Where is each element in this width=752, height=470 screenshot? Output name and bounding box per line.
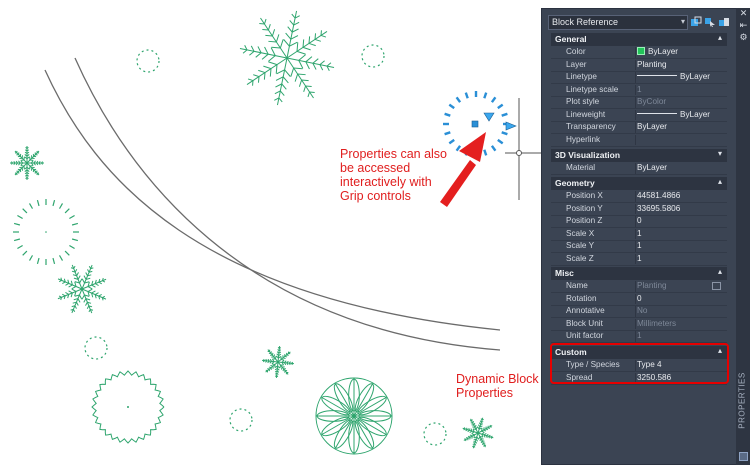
collapse-icon[interactable]: ▴ [718, 267, 722, 276]
collapse-icon[interactable]: ▴ [718, 177, 722, 186]
plant-circle-small-top[interactable] [136, 49, 160, 73]
plant-fern-bottom-right[interactable] [462, 417, 494, 449]
grip-annotation: Properties can also be accessed interact… [340, 147, 448, 203]
plant-tree-round[interactable] [315, 377, 393, 455]
property-row-scale-z[interactable]: Scale Z1 [551, 253, 727, 266]
property-row-scale-y[interactable]: Scale Y1 [551, 240, 727, 253]
property-row-annotative[interactable]: Annotative No [551, 305, 727, 318]
property-row-scale-x[interactable]: Scale X1 [551, 228, 727, 241]
property-row-layer[interactable]: Layer Planting [551, 59, 727, 72]
select-objects-icon[interactable] [704, 16, 716, 28]
stretch-grip[interactable] [505, 121, 517, 131]
property-row-position-x[interactable]: Position X 44581.4866 [551, 190, 727, 203]
close-icon[interactable]: ✕ [739, 10, 748, 19]
property-row-hyperlink[interactable]: Hyperlink [551, 134, 727, 147]
block-editor-icon[interactable] [712, 282, 721, 290]
plant-circle-small-mid[interactable] [84, 336, 108, 360]
property-row-rotation[interactable]: Rotation 0 [551, 293, 727, 306]
chevron-down-icon: ▾ [680, 17, 685, 26]
property-row-transparency[interactable]: Transparency ByLayer [551, 121, 727, 134]
section-3d-visualization[interactable]: 3D Visualization ▾ [551, 149, 727, 162]
linetype-preview [637, 75, 677, 76]
plant-circle-small-bottom[interactable] [229, 408, 253, 432]
road-edge-outer [74, 57, 501, 351]
palette-bottom-icon[interactable] [739, 452, 748, 461]
property-row-linetype[interactable]: Linetype ByLayer [551, 71, 727, 84]
property-row-color[interactable]: Color ByLayer [551, 46, 727, 59]
plant-fern-small[interactable] [262, 346, 294, 378]
palette-titlebar[interactable]: ✕ ⇤ ⚙ PROPERTIES [736, 8, 750, 465]
toggle-pickadd-icon[interactable] [690, 16, 702, 28]
lookup-grip[interactable] [483, 112, 495, 122]
lineweight-preview [637, 112, 677, 114]
plant-tick-circle[interactable] [13, 199, 79, 265]
selected-object-type: Block Reference [552, 17, 619, 27]
base-grip[interactable] [471, 120, 479, 128]
auto-hide-icon[interactable]: ⇤ [739, 22, 748, 31]
property-row-position-y[interactable]: Position Y 33695.5806 [551, 203, 727, 216]
property-row-linetype-scale[interactable]: Linetype scale 1 [551, 84, 727, 97]
property-row-block-unit[interactable]: Block Unit Millimeters [551, 318, 727, 331]
plant-fern-medium[interactable] [57, 264, 107, 314]
section-misc[interactable]: Misc ▴ [551, 267, 727, 280]
object-type-dropdown[interactable]: Block Reference ▾ [548, 15, 688, 30]
collapse-icon[interactable]: ▴ [718, 33, 722, 42]
quick-select-icon[interactable] [718, 16, 730, 28]
section-geometry[interactable]: Geometry ▴ [551, 177, 727, 190]
property-row-lineweight[interactable]: Lineweight ByLayer [551, 109, 727, 122]
custom-properties-highlight [550, 343, 729, 384]
plant-circle-small-right[interactable] [361, 44, 385, 68]
section-general[interactable]: General ▴ [551, 33, 727, 46]
property-row-material[interactable]: Material ByLayer [551, 162, 727, 175]
property-row-name[interactable]: Name Planting [551, 280, 727, 293]
plant-fern-large[interactable] [239, 10, 335, 106]
property-row-unit-factor[interactable]: Unit factor 1 [551, 330, 727, 343]
color-swatch-icon [637, 47, 645, 55]
plant-fern-small-left[interactable] [10, 146, 44, 180]
palette-title: PROPERTIES [737, 372, 747, 429]
plant-circle-small-bottom-right[interactable] [423, 422, 447, 446]
property-row-position-z[interactable]: Position Z0 [551, 215, 727, 228]
grip-node[interactable] [516, 150, 522, 156]
settings-icon[interactable]: ⚙ [739, 34, 748, 43]
property-row-plot-style[interactable]: Plot style ByColor [551, 96, 727, 109]
collapse-icon[interactable]: ▾ [718, 149, 722, 158]
